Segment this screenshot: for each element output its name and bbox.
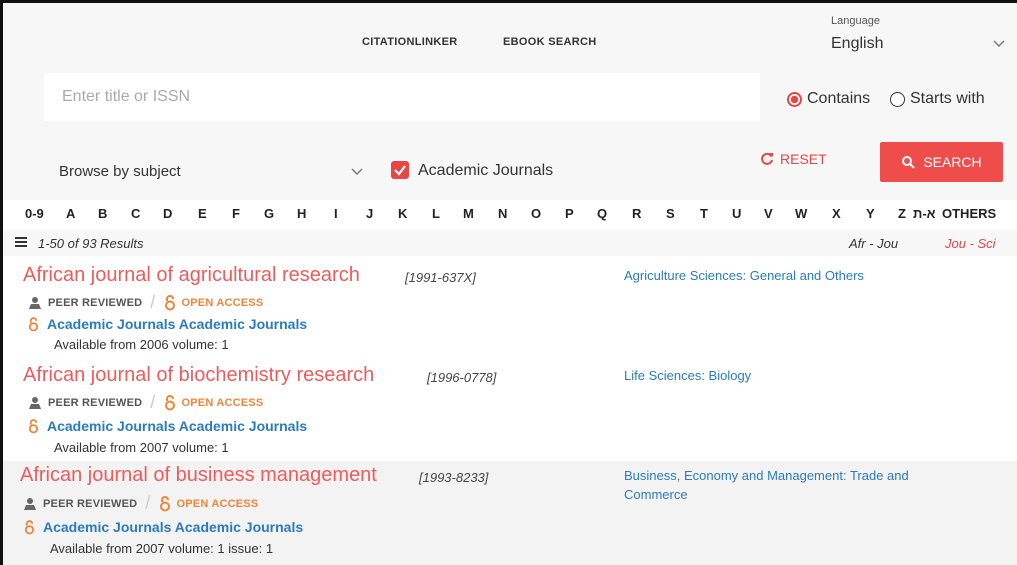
- badges: PEER REVIEWED / OPEN ACCESS: [23, 493, 258, 514]
- radio-contains[interactable]: Contains: [787, 90, 870, 108]
- peer-reviewed-badge: PEER REVIEWED: [48, 396, 143, 409]
- open-access-badge: OPEN ACCESS: [181, 296, 264, 309]
- citationlinker-link[interactable]: CITATIONLINKER: [362, 36, 457, 48]
- provider-label: Academic Journals Academic Journals: [47, 418, 308, 434]
- letter-link[interactable]: C: [131, 206, 140, 221]
- letter-link[interactable]: Q: [597, 206, 607, 221]
- availability: Available from 2007 volume: 1 issue: 1: [50, 541, 274, 556]
- language-select[interactable]: English: [831, 35, 883, 53]
- letter-link[interactable]: E: [198, 206, 207, 221]
- letter-link[interactable]: V: [764, 206, 773, 221]
- provider-link[interactable]: Academic Journals Academic Journals: [24, 519, 303, 535]
- language-label: Language: [831, 15, 880, 27]
- letter-link[interactable]: 0-9: [25, 206, 44, 221]
- radio-starts-label: Starts with: [910, 90, 985, 107]
- open-access-icon: [24, 519, 35, 534]
- letter-link[interactable]: U: [732, 206, 741, 221]
- letter-link[interactable]: Z: [898, 206, 906, 221]
- open-access-icon: [28, 316, 39, 331]
- radio-selected-icon: [787, 91, 802, 107]
- ebook-search-link[interactable]: EBOOK SEARCH: [503, 36, 596, 48]
- journal-title-link[interactable]: African journal of business management: [20, 464, 377, 487]
- peer-reviewed-badge: PEER REVIEWED: [48, 296, 143, 309]
- reset-label: RESET: [780, 151, 827, 167]
- badges: PEER REVIEWED / OPEN ACCESS: [28, 292, 263, 313]
- letter-link[interactable]: Y: [866, 206, 875, 221]
- search-button-label: SEARCH: [923, 154, 982, 170]
- radio-starts-with[interactable]: Starts with: [890, 90, 985, 108]
- subject-link[interactable]: Business, Economy and Management: Trade …: [624, 466, 954, 504]
- separator: /: [150, 392, 156, 412]
- peer-reviewed-icon: [24, 497, 36, 510]
- search-button[interactable]: SEARCH: [880, 142, 1003, 182]
- search-input[interactable]: [44, 73, 760, 121]
- provider-link[interactable]: Academic Journals Academic Journals: [28, 418, 307, 434]
- checkmark-icon: [394, 165, 406, 176]
- letter-link[interactable]: F: [232, 206, 240, 221]
- letter-link[interactable]: OTHERS: [942, 206, 996, 221]
- issn: [1996-0778]: [427, 370, 497, 385]
- letter-link[interactable]: J: [366, 206, 373, 221]
- results-count: 1-50 of 93 Results: [38, 236, 144, 251]
- open-access-icon: [28, 418, 39, 433]
- letter-link[interactable]: R: [632, 206, 641, 221]
- search-icon: [902, 156, 916, 169]
- peer-reviewed-icon: [29, 296, 41, 309]
- letter-link[interactable]: I: [334, 206, 338, 221]
- result-item: African journal of biochemistry research…: [3, 362, 1017, 460]
- letter-link[interactable]: M: [463, 206, 474, 221]
- subject-link[interactable]: Life Sciences: Biology: [624, 366, 954, 385]
- subject-link[interactable]: Agriculture Sciences: General and Others: [624, 266, 954, 285]
- separator: /: [150, 292, 156, 312]
- availability: Available from 2007 volume: 1: [54, 440, 229, 455]
- letter-link[interactable]: H: [297, 206, 306, 221]
- open-access-badge: OPEN ACCESS: [181, 396, 264, 409]
- letter-link[interactable]: O: [531, 206, 541, 221]
- letter-link[interactable]: B: [98, 206, 107, 221]
- radio-contains-label: Contains: [807, 90, 871, 107]
- journal-title-link[interactable]: African journal of biochemistry research: [23, 364, 374, 387]
- letter-link[interactable]: K: [398, 206, 407, 221]
- open-access-icon: [164, 394, 175, 410]
- chevron-down-icon[interactable]: [350, 164, 364, 178]
- issn: [1993-8233]: [419, 470, 489, 485]
- letter-link[interactable]: N: [498, 206, 507, 221]
- open-access-icon: [159, 495, 170, 511]
- result-item: African journal of agricultural research…: [3, 258, 1017, 362]
- letter-link[interactable]: W: [795, 206, 807, 221]
- range-next-link[interactable]: Jou - Sci: [945, 236, 996, 251]
- letter-link[interactable]: L: [432, 206, 440, 221]
- browse-by-subject-select[interactable]: Browse by subject: [59, 163, 181, 180]
- letter-link[interactable]: P: [565, 206, 574, 221]
- result-item: African journal of business management […: [3, 461, 1017, 565]
- peer-reviewed-badge: PEER REVIEWED: [43, 497, 138, 510]
- letter-link[interactable]: D: [163, 206, 172, 221]
- separator: /: [145, 493, 151, 513]
- letter-link[interactable]: A: [66, 206, 75, 221]
- letter-link[interactable]: א-ת: [913, 206, 936, 221]
- provider-label: Academic Journals Academic Journals: [47, 316, 308, 332]
- alphabet-nav: 0-9 A B C D E F G H I J K L M N O P Q R …: [0, 206, 1017, 226]
- academic-journals-label: Academic Journals: [418, 162, 554, 179]
- range-current: Afr - Jou: [849, 236, 899, 251]
- issn: [1991-637X]: [405, 270, 476, 285]
- letter-link[interactable]: S: [666, 206, 675, 221]
- letter-link[interactable]: G: [264, 206, 274, 221]
- open-access-icon: [164, 294, 175, 310]
- badges: PEER REVIEWED / OPEN ACCESS: [28, 392, 263, 413]
- availability: Available from 2006 volume: 1: [54, 337, 229, 352]
- journal-title-link[interactable]: African journal of agricultural research: [23, 264, 360, 287]
- radio-unselected-icon: [890, 91, 905, 107]
- reset-button[interactable]: RESET: [760, 151, 827, 167]
- provider-link[interactable]: Academic Journals Academic Journals: [28, 316, 307, 332]
- open-access-badge: OPEN ACCESS: [176, 497, 259, 510]
- refresh-icon: [761, 152, 773, 165]
- menu-icon[interactable]: [15, 237, 27, 247]
- peer-reviewed-icon: [29, 396, 41, 409]
- letter-link[interactable]: T: [700, 206, 708, 221]
- chevron-down-icon[interactable]: [992, 36, 1006, 50]
- letter-link[interactable]: X: [832, 206, 841, 221]
- provider-label: Academic Journals Academic Journals: [43, 519, 304, 535]
- academic-journals-checkbox[interactable]: [391, 161, 409, 179]
